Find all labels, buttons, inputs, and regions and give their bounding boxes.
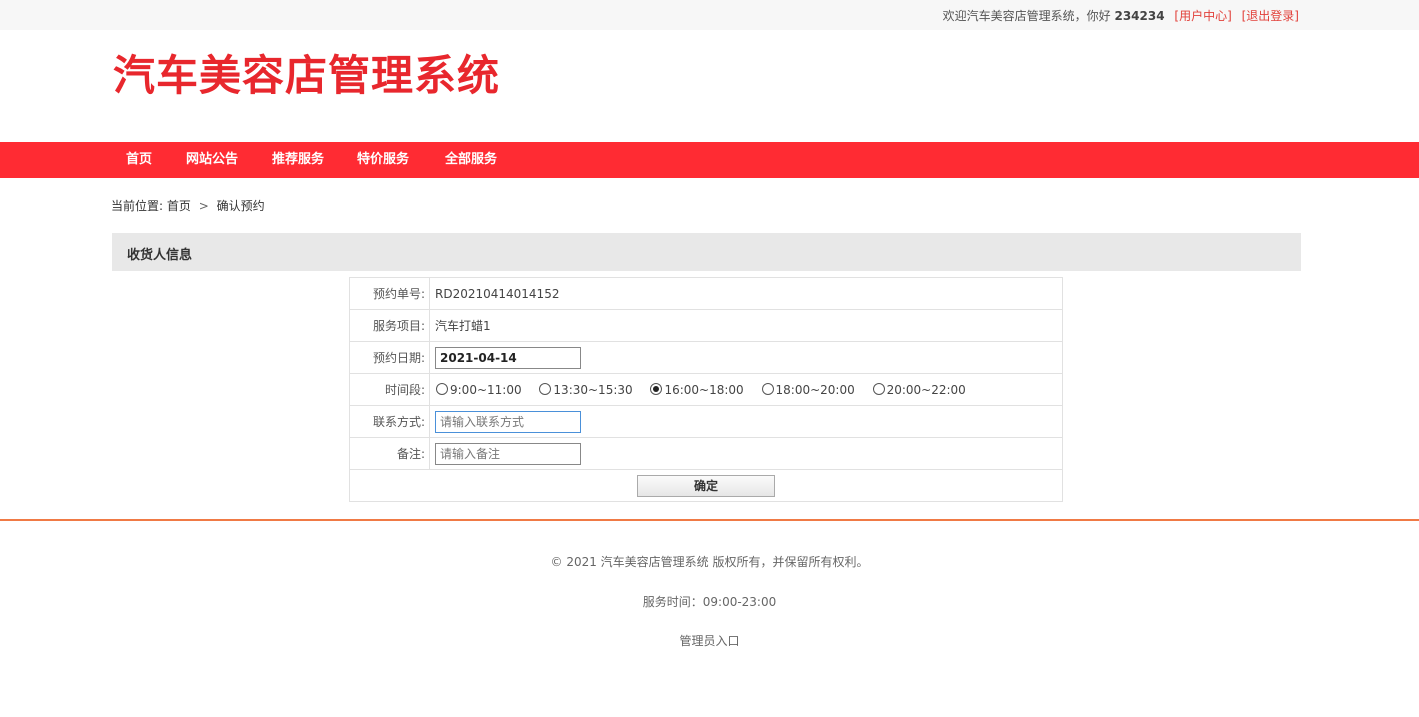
- order-no-value: RD20210414014152: [429, 277, 1063, 310]
- form-row-date: 预约日期:: [349, 341, 1063, 374]
- contact-label: 联系方式:: [349, 405, 430, 438]
- time-slot-text: 18:00~20:00: [775, 382, 855, 397]
- radio-icon[interactable]: [872, 382, 885, 395]
- radio-icon[interactable]: [539, 382, 552, 395]
- section-header: 收货人信息: [112, 233, 1301, 271]
- main-nav: 首页 网站公告 推荐服务 特价服务 全部服务: [0, 142, 1419, 178]
- time-slot-text: 9:00~11:00: [450, 382, 522, 397]
- form-row-order-no: 预约单号: RD20210414014152: [349, 277, 1063, 310]
- date-input[interactable]: [435, 346, 581, 369]
- form-row-time-slot: 时间段: 9:00~11:00 13:30~15:30 16:00~18:00 …: [349, 373, 1063, 406]
- time-slot-group: 9:00~11:00 13:30~15:30 16:00~18:00 18:00…: [429, 373, 1063, 406]
- service-label: 服务项目:: [349, 309, 430, 342]
- service-value: 汽车打蜡1: [429, 309, 1063, 342]
- note-label: 备注:: [349, 437, 430, 470]
- note-input[interactable]: [435, 442, 581, 465]
- form-row-submit: 确定: [349, 469, 1063, 502]
- nav-item-special[interactable]: 特价服务: [357, 142, 409, 178]
- time-slot-text: 16:00~18:00: [664, 382, 744, 397]
- breadcrumb-home[interactable]: 首页: [167, 199, 191, 213]
- nav-item-announcements[interactable]: 网站公告: [186, 142, 238, 178]
- radio-icon[interactable]: [436, 382, 448, 395]
- admin-entry-link[interactable]: 管理员入口: [0, 632, 1419, 649]
- top-bar: 欢迎汽车美容店管理系统，你好 234234 [用户中心] [退出登录]: [0, 0, 1419, 30]
- user-center-link[interactable]: [用户中心]: [1174, 9, 1231, 23]
- site-logo[interactable]: 汽车美容店管理系统: [113, 50, 500, 102]
- breadcrumb: 当前位置: 首页 > 确认预约: [111, 197, 265, 214]
- time-slot-text: 13:30~15:30: [553, 382, 633, 397]
- date-label: 预约日期:: [349, 341, 430, 374]
- form-row-service: 服务项目: 汽车打蜡1: [349, 309, 1063, 342]
- footer-copyright: © 2021 汽车美容店管理系统 版权所有，并保留所有权利。: [550, 555, 869, 569]
- breadcrumb-current: 确认预约: [216, 199, 265, 213]
- time-slot-label: 时间段:: [349, 373, 430, 406]
- section-title: 收货人信息: [127, 248, 193, 263]
- time-slot-option-1[interactable]: 9:00~11:00: [436, 382, 522, 397]
- contact-input[interactable]: [435, 410, 581, 433]
- time-slot-option-3[interactable]: 16:00~18:00: [650, 382, 744, 397]
- radio-icon[interactable]: [761, 382, 774, 395]
- submit-button[interactable]: 确定: [637, 474, 775, 497]
- time-slot-option-2[interactable]: 13:30~15:30: [539, 382, 633, 397]
- time-slot-option-4[interactable]: 18:00~20:00: [761, 382, 855, 397]
- footer-divider: [0, 519, 1419, 521]
- form-row-note: 备注:: [349, 437, 1063, 470]
- welcome-text: 欢迎汽车美容店管理系统，你好: [942, 9, 1111, 23]
- nav-item-all-services[interactable]: 全部服务: [445, 142, 497, 178]
- footer-service-hours: 服务时间：09:00-23:00: [642, 595, 777, 609]
- radio-checked-icon[interactable]: [650, 382, 663, 395]
- time-slot-text: 20:00~22:00: [886, 382, 966, 397]
- form-row-contact: 联系方式:: [349, 405, 1063, 438]
- nav-item-home[interactable]: 首页: [126, 142, 152, 178]
- breadcrumb-separator: >: [198, 199, 209, 213]
- logout-link[interactable]: [退出登录]: [1242, 9, 1299, 23]
- nav-item-recommended[interactable]: 推荐服务: [272, 142, 324, 178]
- breadcrumb-prefix: 当前位置:: [111, 199, 164, 213]
- booking-form: 预约单号: RD20210414014152 服务项目: 汽车打蜡1 预约日期:…: [349, 277, 1063, 502]
- username: 234234: [1114, 9, 1165, 23]
- time-slot-option-5[interactable]: 20:00~22:00: [872, 382, 966, 397]
- order-no-label: 预约单号:: [349, 277, 430, 310]
- top-bar-user-area: 欢迎汽车美容店管理系统，你好 234234 [用户中心] [退出登录]: [943, 7, 1299, 24]
